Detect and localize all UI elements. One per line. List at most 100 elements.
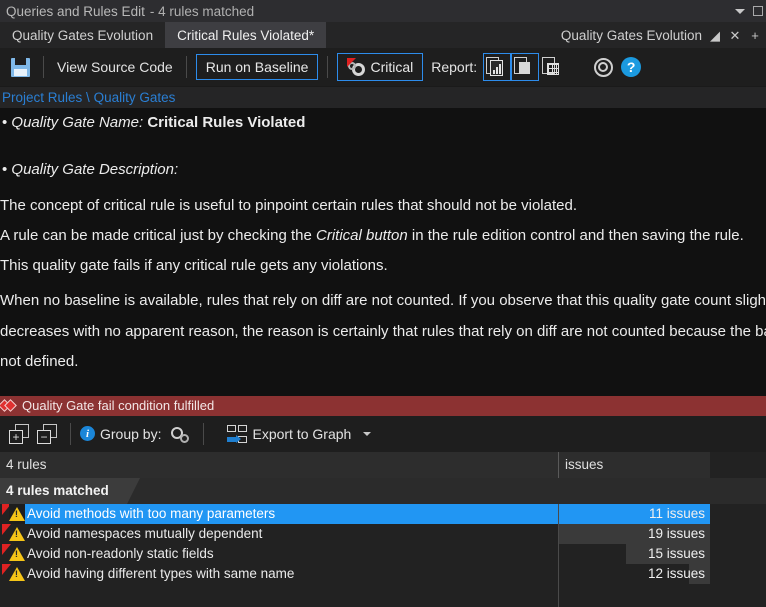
tab-strip: Quality Gates Evolution Critical Rules V… — [0, 22, 766, 48]
quality-gate-fail-bar: Quality Gate fail condition fulfilled — [0, 395, 766, 416]
warning-icon — [9, 503, 25, 524]
breadcrumb[interactable]: Project Rules \ Quality Gates — [0, 87, 766, 108]
help-icon: ? — [621, 57, 642, 77]
export-graph-icon[interactable] — [227, 424, 248, 443]
quality-gate-description-line: • Quality Gate Description: — [0, 159, 766, 180]
table-row[interactable]: Avoid namespaces mutually dependent 19 i… — [0, 523, 766, 544]
window-titlebar: Queries and Rules Edit - 4 rules matched — [0, 0, 766, 22]
toolbar-separator — [185, 56, 187, 78]
fail-bar-text: Quality Gate fail condition fulfilled — [22, 398, 215, 414]
pin-icon[interactable]: ◢ — [708, 28, 722, 42]
row-filler — [710, 543, 766, 564]
description-paragraph-6: not defined. — [0, 353, 79, 371]
breadcrumb-current[interactable]: Quality Gates — [94, 90, 176, 105]
expand-all-button[interactable]: + — [5, 420, 33, 448]
titlebar-controls — [735, 0, 764, 22]
expand-all-glyph: + — [9, 429, 23, 444]
chevron-down-icon[interactable] — [735, 8, 745, 14]
collapse-all-glyph: − — [37, 429, 51, 444]
row-filler — [710, 503, 766, 524]
critical-button-emphasis: Critical button — [316, 226, 408, 244]
rule-name: Avoid non-readonly static fields — [27, 546, 214, 562]
critical-marker-icon — [0, 543, 11, 564]
critical-button-label: Critical — [370, 59, 414, 75]
plus-icon[interactable]: + — [748, 28, 762, 42]
rule-name: Avoid namespaces mutually dependent — [27, 526, 263, 542]
save-button[interactable] — [6, 53, 34, 81]
toolbar-separator — [327, 56, 329, 78]
report-chart-button[interactable] — [483, 53, 512, 81]
gear-critical-icon — [347, 58, 366, 76]
quality-gate-name-line: • Quality Gate Name: Critical Rules Viol… — [0, 112, 766, 133]
export-to-graph-button[interactable]: Export to Graph — [247, 426, 356, 442]
quality-gate-description-label: Quality Gate Description: — [11, 161, 179, 179]
table-row[interactable]: Avoid methods with too many parameters 1… — [0, 503, 766, 524]
bullet-icon: • — [2, 161, 12, 179]
breadcrumb-separator: \ — [82, 90, 94, 105]
tab-label: Critical Rules Violated* — [177, 27, 315, 43]
collapse-all-button[interactable]: − — [33, 420, 61, 448]
info-icon[interactable]: i — [80, 426, 95, 442]
table-row[interactable]: Avoid non-readonly static fields 15 issu… — [0, 543, 766, 564]
description-paragraph-2-post: in the rule edition control and then sav… — [407, 226, 744, 244]
column-header-issues[interactable]: issues — [558, 451, 710, 478]
rule-issues-cell: 11 issues — [558, 503, 710, 524]
critical-button[interactable]: Critical — [337, 53, 424, 81]
report-chart-icon — [486, 57, 508, 77]
document-title: Quality Gates Evolution — [560, 27, 702, 43]
issues-value: 12 issues — [647, 566, 705, 582]
group-by-label: Group by: — [100, 425, 162, 442]
rule-issues-cell: 12 issues — [558, 563, 710, 584]
tab-quality-gates-evolution[interactable]: Quality Gates Evolution — [0, 22, 165, 48]
window-subtitle: - 4 rules matched — [149, 3, 255, 19]
report-copy-icon — [514, 57, 536, 77]
report-table-icon — [542, 57, 564, 77]
queries-and-rules-edit-window: Queries and Rules Edit - 4 rules matched… — [0, 0, 766, 607]
run-on-baseline-button[interactable]: Run on Baseline — [195, 54, 319, 80]
view-source-code-button[interactable]: View Source Code — [53, 59, 177, 75]
results-toolbar: + − i Group by: Export to Graph — [0, 415, 766, 452]
warning-icon — [9, 564, 25, 584]
rule-issues-cell: 15 issues — [558, 543, 710, 564]
warning-icon — [9, 544, 25, 564]
rules-grid: 4 rules issues 4 rules matched Avoid met… — [0, 451, 766, 607]
quality-gate-name-value: Critical Rules Violated — [147, 114, 306, 131]
row-filler — [710, 563, 766, 584]
table-row[interactable]: Avoid having different types with same n… — [0, 563, 766, 584]
issues-value: 15 issues — [647, 546, 705, 562]
toolbar-separator — [203, 422, 205, 445]
description-paragraph-2-pre: A rule can be made critical just by chec… — [0, 226, 316, 244]
group-by-button[interactable] — [166, 420, 194, 448]
breadcrumb-root[interactable]: Project Rules — [2, 90, 82, 105]
group-row-filler — [126, 477, 766, 504]
description-paragraph-4: When no baseline is available, rules tha… — [0, 292, 766, 310]
report-label: Report: — [431, 59, 478, 75]
settings-button[interactable] — [589, 53, 617, 81]
tab-label: Quality Gates Evolution — [12, 27, 154, 43]
collapse-all-icon: − — [37, 423, 57, 444]
help-button[interactable]: ? — [617, 53, 645, 81]
column-header-rules[interactable]: 4 rules — [0, 452, 558, 478]
export-chevron-down-icon[interactable] — [363, 431, 372, 436]
main-toolbar: View Source Code Run on Baseline Critica… — [0, 48, 766, 87]
description-paragraph-3: This quality gate fails if any critical … — [0, 257, 388, 275]
expand-all-icon: + — [9, 423, 29, 444]
maximize-icon[interactable] — [752, 5, 764, 17]
grid-rows: Avoid methods with too many parameters 1… — [0, 503, 766, 607]
report-table-button[interactable] — [539, 53, 567, 81]
row-filler — [710, 523, 766, 544]
rule-name: Avoid methods with too many parameters — [25, 503, 558, 524]
tab-critical-rules-violated[interactable]: Critical Rules Violated* — [165, 22, 327, 48]
grid-header-row: 4 rules issues — [0, 451, 766, 478]
gear-icon — [593, 57, 613, 77]
warning-icon — [9, 524, 25, 544]
description-paragraph-2: A rule can be made critical just by chec… — [0, 225, 766, 246]
close-icon[interactable]: ✕ — [728, 28, 742, 42]
group-by-gear-icon — [171, 425, 190, 443]
critical-marker-icon — [0, 563, 11, 584]
critical-marker-icon — [0, 523, 11, 544]
rule-issues-cell: 19 issues — [558, 523, 710, 544]
description-paragraph-1: The concept of critical rule is useful t… — [0, 196, 577, 214]
report-copy-button[interactable] — [511, 53, 540, 81]
group-header-label[interactable]: 4 rules matched — [0, 477, 140, 504]
